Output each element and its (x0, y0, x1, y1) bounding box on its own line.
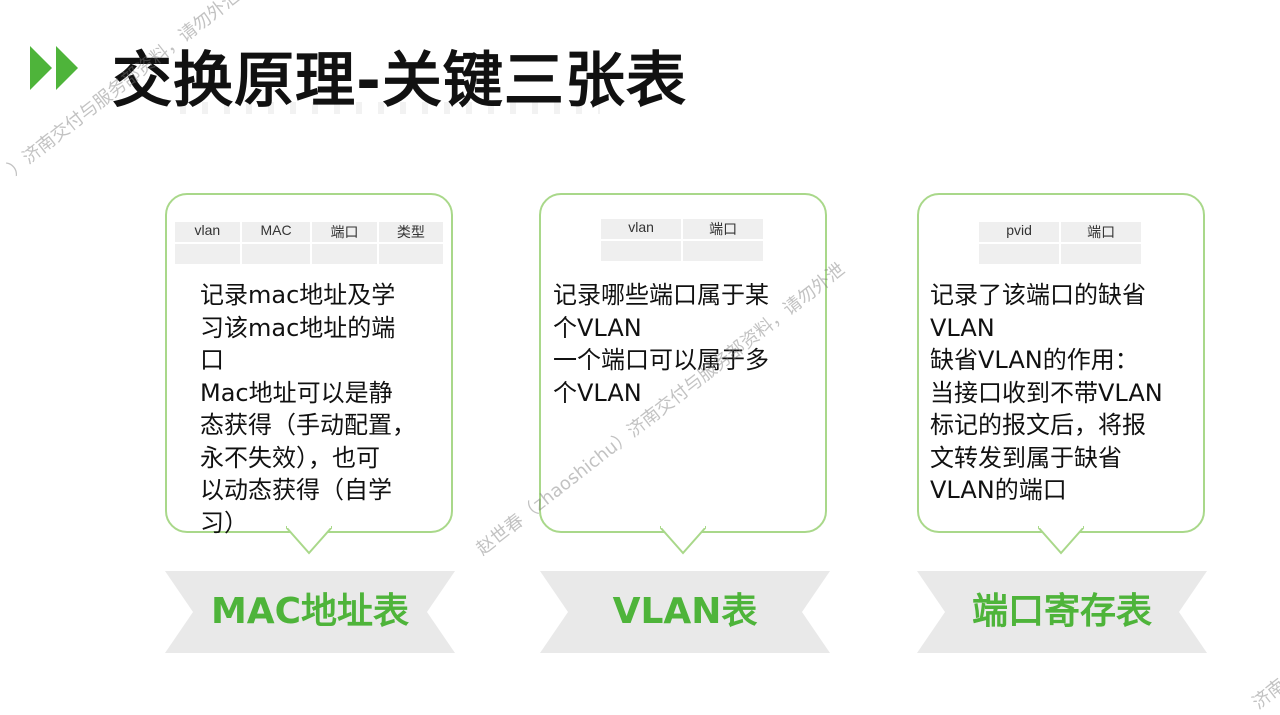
column-header: vlan (175, 222, 242, 244)
text-line: 永不失效），也可 (200, 443, 380, 472)
column-header: MAC (240, 222, 313, 244)
port-table-description: 记录了该端口的缺省 VLAN 缺省VLAN的作用： 当接口收到不带VLAN 标记… (930, 279, 1163, 507)
port-table-header: pvid 端口 (979, 222, 1143, 266)
callout-pointer (660, 509, 706, 555)
mac-table-description: 记录mac地址及学 习该mac地址的端 口 Mac地址可以是静 态获得（手动配置… (200, 279, 416, 539)
banner-label: 端口寄存表 (971, 591, 1152, 632)
title-reflection (180, 102, 600, 114)
text-line: 态获得（手动配置， (200, 411, 416, 439)
port-table-card: pvid 端口 记录了该端口的缺省 VLAN 缺省VLAN的作用： 当接口收到不… (917, 193, 1205, 555)
column-header: 端口 (682, 219, 765, 241)
text-line: 记录了该端口的缺省 (930, 281, 1146, 309)
double-arrow-icon (30, 46, 78, 90)
text-line: 文转发到属于缺省 (930, 443, 1122, 472)
text-line: 习该mac地址的端 (200, 313, 396, 342)
banner-label: VLAN表 (612, 591, 758, 632)
text-line: 口 (200, 346, 224, 374)
vlan-table-banner: VLAN表 (540, 571, 830, 653)
text-line: 缺省VLAN的作用： (930, 346, 1139, 374)
watermark: 济南 (1248, 674, 1280, 714)
mac-table-card: vlan MAC 端口 类型 记录mac地址及学 习该mac地址的端 口 Mac… (165, 193, 453, 555)
text-line: 记录mac地址及学 (200, 281, 396, 309)
port-table-banner: 端口寄存表 (917, 571, 1207, 653)
column-header: 端口 (311, 222, 379, 244)
column-header: vlan (601, 219, 684, 241)
text-line: VLAN的端口 (930, 476, 1067, 504)
column-header: 端口 (1060, 222, 1143, 244)
text-line: Mac地址可以是静 (200, 378, 393, 407)
vlan-table-header: vlan 端口 (601, 219, 765, 263)
callout-pointer (1038, 509, 1084, 555)
column-header: 类型 (377, 222, 446, 244)
text-line: 当接口收到不带VLAN (930, 378, 1163, 407)
text-line: 以动态获得（自学 (200, 476, 392, 504)
mac-table-banner: MAC地址表 (165, 571, 455, 653)
banner-label: MAC地址表 (210, 591, 410, 632)
text-line: VLAN (930, 313, 995, 342)
text-line: 标记的报文后，将报 (930, 411, 1146, 439)
mac-table-header: vlan MAC 端口 类型 (175, 222, 446, 266)
column-header: pvid (979, 222, 1062, 244)
text-line: 记录哪些端口属于某 (553, 281, 769, 309)
callout-pointer (286, 509, 332, 555)
